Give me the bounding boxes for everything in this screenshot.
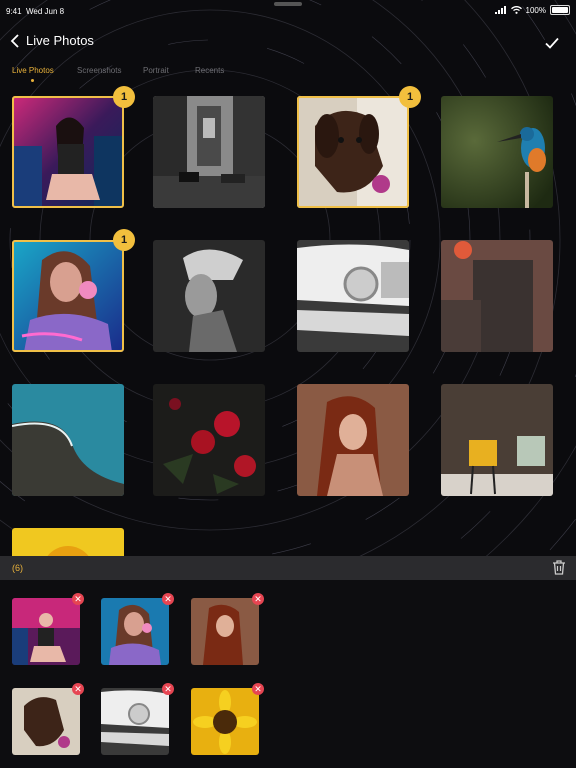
photo-thumbnail[interactable] (297, 384, 409, 496)
photo-thumbnail[interactable] (297, 240, 409, 352)
remove-selection-button[interactable]: ✕ (162, 683, 174, 695)
red-hair-woman-image (297, 384, 409, 496)
selected-photos-tray (0, 580, 576, 768)
sunflower-image (12, 528, 124, 556)
remove-selection-button[interactable]: ✕ (252, 593, 264, 605)
selection-order-badge: 1 (113, 229, 135, 251)
selection-count: (6) (12, 563, 23, 573)
vintage-car-headlight-image (101, 688, 169, 755)
selected-photo-thumbnail[interactable] (191, 598, 259, 665)
photo-thumbnail[interactable] (12, 240, 124, 352)
girl-bubblegum-neon-image (101, 598, 169, 665)
trash-icon[interactable] (552, 560, 566, 575)
red-flowers-image (153, 384, 265, 496)
photo-thumbnail[interactable] (441, 96, 553, 208)
remove-selection-button[interactable]: ✕ (72, 593, 84, 605)
photo-thumbnail[interactable] (153, 240, 265, 352)
selected-photo-thumbnail[interactable] (12, 598, 80, 665)
photo-thumbnail[interactable] (153, 384, 265, 496)
remove-selection-button[interactable]: ✕ (162, 593, 174, 605)
ocean-coast-aerial-image (12, 384, 124, 496)
sunflower-image (191, 688, 259, 755)
selected-photo-thumbnail[interactable] (101, 688, 169, 755)
red-hair-woman-image (191, 598, 259, 665)
photo-grid: 1 1 1 (0, 0, 576, 556)
photo-thumbnail[interactable] (12, 384, 124, 496)
kingfisher-bird-image (441, 96, 553, 208)
photo-thumbnail[interactable] (153, 96, 265, 208)
photo-thumbnail[interactable] (297, 96, 409, 208)
woman-neon-arcade-image (12, 598, 80, 665)
selection-order-badge: 1 (399, 86, 421, 108)
remove-selection-button[interactable]: ✕ (72, 683, 84, 695)
manhattan-bridge-street-image (153, 96, 265, 208)
remove-selection-button[interactable]: ✕ (252, 683, 264, 695)
selected-photo-thumbnail[interactable] (191, 688, 259, 755)
photo-thumbnail[interactable] (441, 240, 553, 352)
selection-tray-bar: (6) (0, 556, 576, 580)
selected-photo-thumbnail[interactable] (12, 688, 80, 755)
brown-dog-ball-image (297, 96, 409, 208)
photo-thumbnail[interactable] (441, 384, 553, 496)
vintage-car-headlight-image (297, 240, 409, 352)
woman-neon-arcade-image (12, 96, 124, 208)
yellow-chairs-image (441, 384, 553, 496)
sunset-buildings-image (441, 240, 553, 352)
photo-thumbnail[interactable] (12, 528, 124, 556)
bw-portrait-woman-image (153, 240, 265, 352)
selection-order-badge: 1 (113, 86, 135, 108)
girl-bubblegum-neon-image (12, 240, 124, 352)
brown-dog-ball-image (12, 688, 80, 755)
photo-thumbnail[interactable] (12, 96, 124, 208)
selected-photo-thumbnail[interactable] (101, 598, 169, 665)
